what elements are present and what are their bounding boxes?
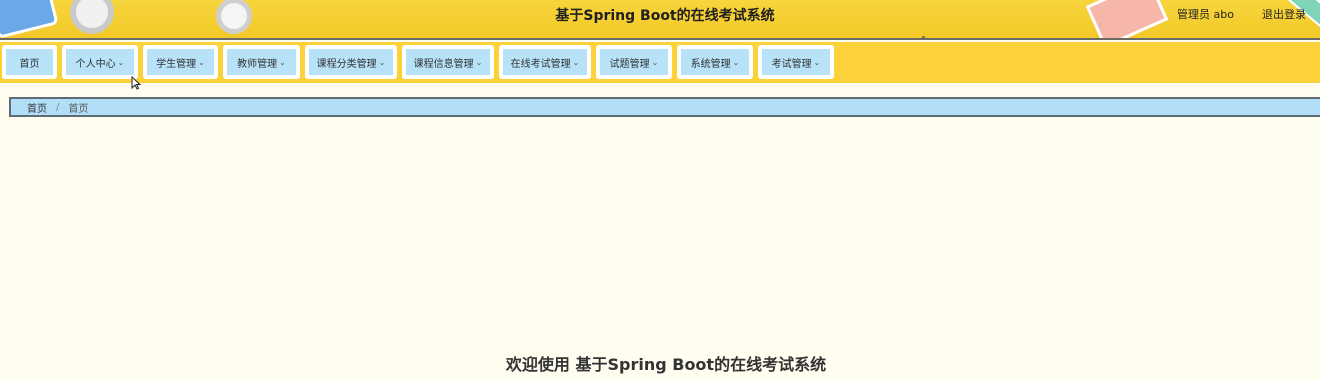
- nav-button[interactable]: 在线考试管理 ⌄: [503, 49, 587, 75]
- chevron-down-icon: ⌄: [378, 57, 386, 67]
- user-label[interactable]: 管理员 abo: [1177, 6, 1234, 22]
- decor-dot: [922, 36, 925, 38]
- nav-button[interactable]: 学生管理 ⌄: [147, 49, 214, 75]
- nav-label: 课程分类管理: [316, 58, 377, 70]
- nav-item[interactable]: 教师管理 ⌄: [223, 45, 300, 79]
- chevron-down-icon: ⌄: [198, 57, 205, 67]
- breadcrumb-home[interactable]: 首页: [27, 100, 47, 115]
- nav-item[interactable]: 个人中心 ⌄: [62, 45, 138, 79]
- nav-button[interactable]: 系统管理 ⌄: [681, 49, 749, 75]
- nav-item[interactable]: 考试管理 ⌄: [758, 45, 834, 79]
- nav-button[interactable]: 试题管理 ⌄: [600, 49, 668, 75]
- nav-item[interactable]: 首页: [2, 45, 57, 79]
- main-nav: 首页 个人中心 ⌄ 学生管理 ⌄ 教师管理 ⌄ 课程分类管理 ⌄ 课程信息管理 ⌄ 在线考试管理 ⌄ 试题…: [0, 42, 1320, 83]
- breadcrumb-current: 首页: [68, 103, 89, 115]
- nav-label: 考试管理: [771, 58, 812, 70]
- nav-label: 学生管理: [156, 58, 197, 70]
- nav-label: 首页: [19, 58, 40, 70]
- nav-label: 在线考试管理: [510, 58, 571, 70]
- nav-button[interactable]: 个人中心 ⌄: [66, 49, 134, 75]
- nav-list: 首页 个人中心 ⌄ 学生管理 ⌄ 教师管理 ⌄ 课程分类管理 ⌄ 课程信息管理 ⌄ 在线考试管理 ⌄ 试题…: [0, 42, 1320, 79]
- chevron-down-icon: ⌄: [813, 57, 821, 67]
- nav-label: 教师管理: [237, 58, 278, 70]
- nav-button[interactable]: 考试管理 ⌄: [762, 49, 830, 75]
- breadcrumb: 首页 / 首页: [9, 97, 1320, 117]
- nav-button[interactable]: 首页: [6, 49, 53, 75]
- chevron-down-icon: ⌄: [651, 57, 659, 67]
- logout-link[interactable]: 退出登录: [1262, 6, 1306, 22]
- site-title: 基于Spring Boot的在线考试系统: [555, 8, 775, 24]
- breadcrumb-separator: /: [56, 101, 60, 113]
- nav-label: 系统管理: [690, 58, 731, 70]
- header-bar: 基于Spring Boot的在线考试系统 管理员 abo 退出登录: [0, 0, 1320, 40]
- nav-label: 个人中心: [75, 58, 116, 70]
- chevron-down-icon: ⌄: [475, 57, 483, 67]
- nav-item[interactable]: 学生管理 ⌄: [143, 45, 218, 79]
- nav-item[interactable]: 课程分类管理 ⌄: [305, 45, 397, 79]
- chevron-down-icon: ⌄: [279, 57, 286, 67]
- nav-button[interactable]: 课程信息管理 ⌄: [406, 49, 490, 75]
- nav-button[interactable]: 课程分类管理 ⌄: [309, 49, 393, 75]
- mouse-cursor-icon: [131, 75, 142, 92]
- nav-label: 试题管理: [609, 58, 650, 70]
- nav-item[interactable]: 课程信息管理 ⌄: [402, 45, 494, 79]
- nav-item[interactable]: 试题管理 ⌄: [596, 45, 672, 79]
- chevron-down-icon: ⌄: [117, 57, 125, 67]
- nav-label: 课程信息管理: [413, 58, 474, 70]
- welcome-message: 欢迎使用 基于Spring Boot的在线考试系统: [505, 355, 827, 374]
- nav-item[interactable]: 在线考试管理 ⌄: [499, 45, 591, 79]
- nav-item[interactable]: 系统管理 ⌄: [677, 45, 753, 79]
- chevron-down-icon: ⌄: [572, 57, 580, 67]
- chevron-down-icon: ⌄: [732, 57, 740, 67]
- user-area: 管理员 abo 退出登录: [1177, 6, 1306, 22]
- nav-button[interactable]: 教师管理 ⌄: [227, 49, 296, 75]
